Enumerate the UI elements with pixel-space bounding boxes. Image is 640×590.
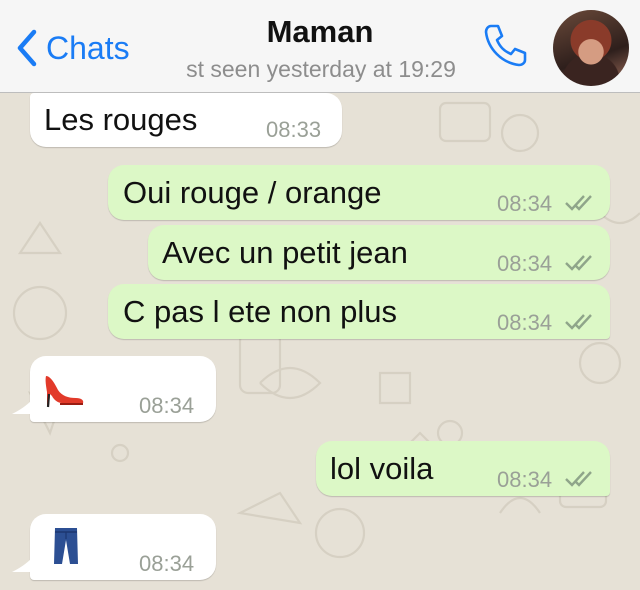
message-bubble-incoming[interactable]: 08:34 <box>30 514 216 580</box>
message-bubble-incoming[interactable]: 08:34 <box>30 356 216 422</box>
chat-header: Chats Maman st seen yesterday at 19:29 <box>0 0 640 93</box>
message-bubble-outgoing[interactable]: lol voila 08:34 <box>316 441 610 496</box>
message-time: 08:33 <box>266 117 322 142</box>
message-text: C pas l ete non plus <box>123 294 398 329</box>
message-time: 08:34 <box>139 551 195 576</box>
contact-avatar[interactable] <box>553 10 629 86</box>
message-bubble-outgoing[interactable]: Oui rouge / orange 08:34 <box>108 165 610 220</box>
bubble-tail <box>12 558 32 572</box>
phone-icon[interactable] <box>480 20 530 70</box>
read-receipt-icon <box>565 314 592 330</box>
message-time: 08:34 <box>497 191 553 216</box>
high-heel-shoe-icon <box>45 376 84 408</box>
message-time: 08:34 <box>497 251 553 276</box>
message-text: Avec un petit jean <box>162 235 408 270</box>
message-bubble-outgoing[interactable]: C pas l ete non plus 08:34 <box>108 284 610 339</box>
read-receipt-icon <box>565 471 592 487</box>
message-time: 08:34 <box>497 310 553 335</box>
message-time: 08:34 <box>139 393 195 418</box>
jeans-icon <box>54 528 78 564</box>
bubble-tail <box>12 400 32 414</box>
message-bubble-incoming[interactable]: Les rouges 08:33 <box>30 93 342 147</box>
last-seen-status: st seen yesterday at 19:29 <box>186 56 456 82</box>
message-time: 08:34 <box>497 467 553 492</box>
message-bubble-outgoing[interactable]: Avec un petit jean 08:34 <box>148 225 610 280</box>
read-receipt-icon <box>565 195 592 211</box>
contact-name[interactable]: Maman <box>0 14 640 50</box>
read-receipt-icon <box>565 255 592 271</box>
message-text: lol voila <box>330 451 434 486</box>
message-text: Oui rouge / orange <box>123 175 382 210</box>
message-text: Les rouges <box>44 102 198 137</box>
